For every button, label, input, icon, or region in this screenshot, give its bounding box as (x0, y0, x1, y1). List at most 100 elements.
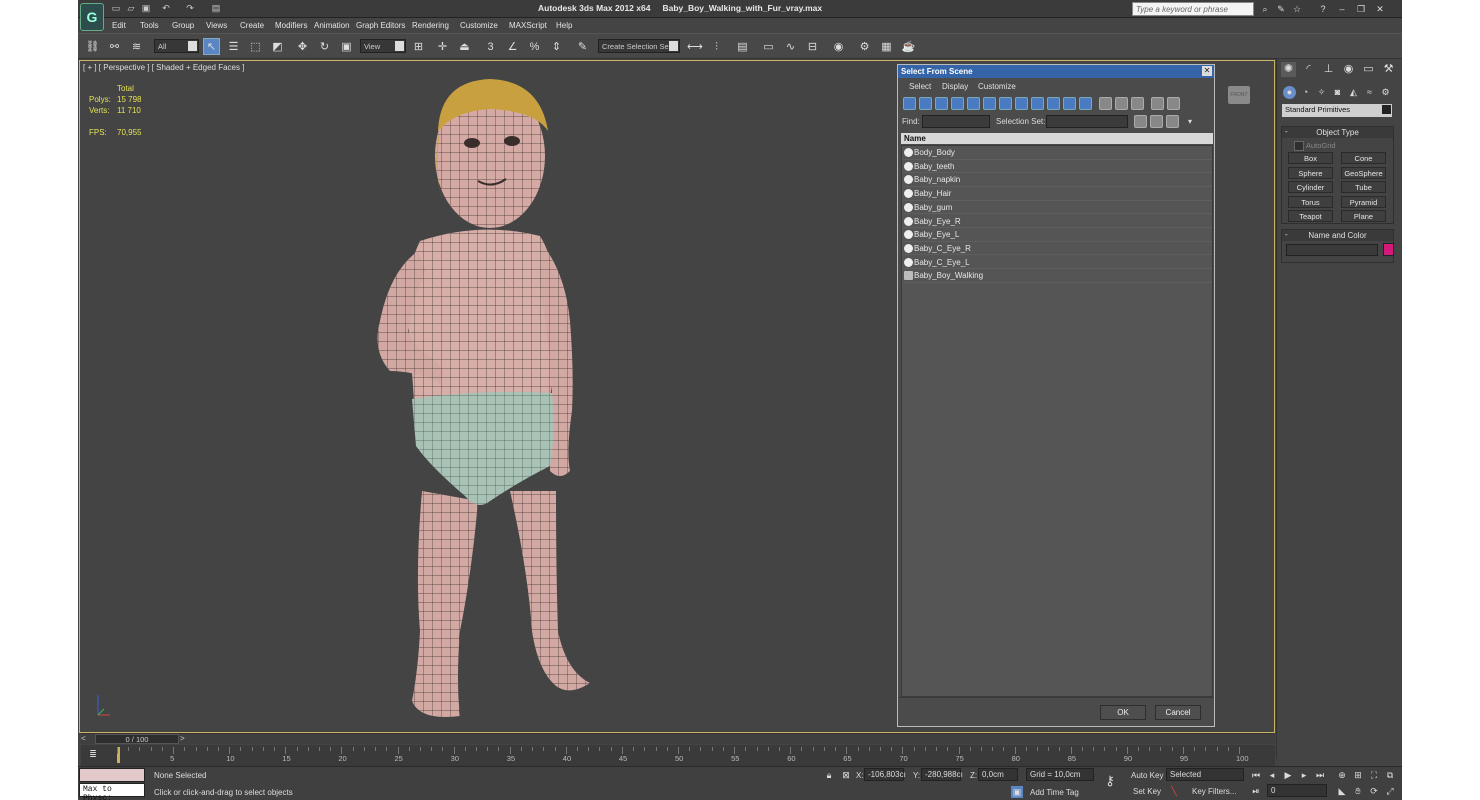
name-column-header[interactable]: Name (901, 133, 1213, 144)
render-setup-icon[interactable]: ⚙ (856, 38, 873, 55)
filter-bones-icon[interactable] (1031, 97, 1044, 110)
shapes-category-icon[interactable]: ◔ (1299, 86, 1312, 99)
named-selection-dropdown[interactable]: Create Selection Se (598, 39, 680, 53)
dialog-close-icon[interactable]: ✕ (1202, 66, 1212, 76)
align-icon[interactable]: ⫶ (708, 38, 725, 55)
helpers-category-icon[interactable]: ◭ (1347, 86, 1360, 99)
fov-icon[interactable]: ◣ (1336, 785, 1348, 797)
filter-lights-icon[interactable] (935, 97, 948, 110)
list-item[interactable]: Baby_teeth (902, 160, 1212, 174)
redo-icon[interactable]: ↷ (184, 3, 196, 14)
filter-helpers-icon[interactable] (967, 97, 980, 110)
unlink-icon[interactable]: ⚯ (106, 38, 123, 55)
menu-edit[interactable]: Edit (112, 21, 126, 30)
menu-customize[interactable]: Customize (460, 21, 498, 30)
dialog-menu-customize[interactable]: Customize (978, 82, 1016, 91)
zoom-extents-icon[interactable]: ⛶ (1368, 769, 1380, 781)
filter-options-icon[interactable] (1167, 97, 1180, 110)
prev-frame-button[interactable]: < (81, 734, 86, 743)
filter-shapes-icon[interactable] (919, 97, 932, 110)
utilities-tab-icon[interactable]: ⚒ (1381, 62, 1396, 77)
pyramid-button[interactable]: Pyramid (1341, 196, 1386, 208)
display-tab-icon[interactable]: ▭ (1361, 62, 1376, 77)
tools-icon[interactable]: ✎ (1275, 3, 1287, 15)
filter-cameras-icon[interactable] (951, 97, 964, 110)
create-set-icon[interactable] (1134, 115, 1147, 128)
delete-set-icon[interactable] (1166, 115, 1179, 128)
select-object-icon[interactable]: ↖ (203, 38, 220, 55)
dialog-title[interactable]: Select From Scene (898, 65, 1214, 78)
plane-button[interactable]: Plane (1341, 210, 1386, 222)
snap-toggle-icon[interactable]: 3 (482, 38, 499, 55)
filter-geometry-icon[interactable] (903, 97, 916, 110)
zoom-all-icon[interactable]: ⊞ (1352, 769, 1364, 781)
key-filters-button[interactable]: Key Filters... (1192, 787, 1236, 796)
list-item[interactable]: Baby_napkin (902, 173, 1212, 187)
track-bar[interactable]: ≣ 5 10 15 20 25 30 35 40 45 50 55 60 65 70 75 80 85 90 95 1… (81, 745, 1275, 766)
geosphere-button[interactable]: GeoSphere (1341, 167, 1386, 179)
cameras-category-icon[interactable]: ◙ (1331, 86, 1344, 99)
schematic-view-icon[interactable]: ⊟ (804, 38, 821, 55)
spacewarps-category-icon[interactable]: ≈ (1363, 86, 1376, 99)
goto-start-icon[interactable]: ⏮ (1250, 769, 1262, 781)
list-item[interactable]: Baby_Eye_L (902, 228, 1212, 242)
material-editor-icon[interactable]: ◉ (830, 38, 847, 55)
ribbon-icon[interactable]: ▭ (760, 38, 777, 55)
goto-end-icon[interactable]: ⏭ (1314, 769, 1326, 781)
star-icon[interactable]: ☆ (1291, 3, 1303, 15)
menu-create[interactable]: Create (240, 21, 264, 30)
menu-modifiers[interactable]: Modifiers (275, 21, 307, 30)
menu-maxscript[interactable]: MAXScript (509, 21, 547, 30)
keyboard-shortcut-icon[interactable]: ⏏ (456, 38, 473, 55)
geometry-category-icon[interactable]: ● (1283, 86, 1296, 99)
filter-funnel-icon[interactable] (1151, 97, 1164, 110)
y-coordinate-input[interactable]: -280,988cı (921, 768, 963, 781)
filter-groups-icon[interactable] (999, 97, 1012, 110)
orbit-icon[interactable]: ⟳ (1368, 785, 1380, 797)
cone-button[interactable]: Cone (1341, 152, 1386, 164)
new-file-icon[interactable]: ▭ (110, 3, 122, 14)
next-frame-button[interactable]: > (180, 734, 185, 743)
select-all-icon[interactable] (1099, 97, 1112, 110)
list-item[interactable]: Body_Body (902, 146, 1212, 160)
select-none-icon[interactable] (1115, 97, 1128, 110)
open-file-icon[interactable]: ▱ (125, 3, 137, 14)
scale-icon[interactable]: ▣ (338, 38, 355, 55)
search-input[interactable]: Type a keyword or phrase (1132, 2, 1254, 16)
next-key-icon[interactable]: ▸ (1298, 769, 1310, 781)
minimize-icon[interactable]: – (1336, 3, 1348, 15)
rendered-frame-icon[interactable]: ▦ (878, 38, 895, 55)
motion-tab-icon[interactable]: ◉ (1341, 62, 1356, 77)
list-item[interactable]: Baby_Eye_R (902, 215, 1212, 228)
save-file-icon[interactable]: ▣ (140, 3, 152, 14)
cancel-button[interactable]: Cancel (1155, 705, 1201, 720)
scene-object-list[interactable]: Body_Body Baby_teeth Baby_napkin Baby_Ha… (901, 145, 1213, 697)
find-input[interactable] (922, 115, 990, 128)
object-color-swatch[interactable] (1383, 243, 1394, 256)
dialog-menu-select[interactable]: Select (909, 82, 931, 91)
object-type-header[interactable]: Object Type (1282, 127, 1393, 138)
filter-xrefs-icon[interactable] (1015, 97, 1028, 110)
menu-rendering[interactable]: Rendering (412, 21, 449, 30)
filter-containers-icon[interactable] (1047, 97, 1060, 110)
add-time-tag-button[interactable]: Add Time Tag (1030, 788, 1079, 797)
key-mode-toggle-icon[interactable]: ⏯ (1250, 785, 1262, 797)
move-icon[interactable]: ✥ (294, 38, 311, 55)
play-icon[interactable]: ▶ (1282, 769, 1294, 781)
category-dropdown[interactable]: Standard Primitives (1282, 104, 1392, 117)
name-and-color-header[interactable]: Name and Color (1282, 230, 1393, 241)
project-folder-icon[interactable]: ▤ (210, 3, 222, 14)
zoom-extents-all-icon[interactable]: ⧉ (1384, 769, 1396, 781)
render-production-icon[interactable]: ☕ (900, 38, 917, 55)
filter-frozen-icon[interactable] (1063, 97, 1076, 110)
absolute-mode-icon[interactable]: ⊠ (840, 769, 852, 781)
viewport-label[interactable]: [ + ] [ Perspective ] [ Shaded + Edged F… (83, 63, 244, 72)
filter-hidden-icon[interactable] (1079, 97, 1092, 110)
select-invert-icon[interactable] (1131, 97, 1144, 110)
binoculars-icon[interactable]: ⌕ (1259, 3, 1271, 15)
time-slider-thumb[interactable]: 0 / 100 (95, 734, 179, 744)
systems-category-icon[interactable]: ⚙ (1379, 86, 1392, 99)
undo-icon[interactable]: ↶ (160, 3, 172, 14)
x-coordinate-input[interactable]: -106,803cı (864, 768, 906, 781)
percent-snap-icon[interactable]: % (526, 38, 543, 55)
